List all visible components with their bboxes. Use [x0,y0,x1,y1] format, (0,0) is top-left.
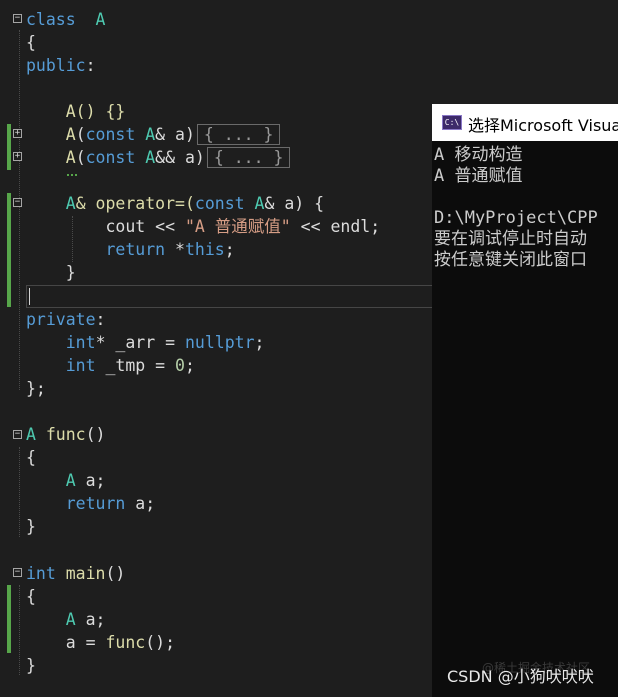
code-line: A(const A&& a){ ... } [26,146,291,169]
code-line: return *this; [105,240,235,259]
change-bar [7,585,11,653]
collapse-toggle-icon[interactable]: − [13,568,22,577]
code-line: A a; [65,471,106,490]
console-output-line: A 普通赋值 [434,166,523,186]
code-line: A a; [65,610,106,629]
code-line: } [26,656,36,675]
code-line: cout << "A 普通赋值" << endl; [105,217,381,236]
code-line: A(const A& a){ ... } [26,123,281,146]
collapse-toggle-icon[interactable]: − [13,14,22,23]
suggestion-squiggle [67,171,77,176]
change-bar [7,124,11,170]
code-line: class A [26,10,106,29]
collapsed-block[interactable]: { ... } [206,147,291,168]
code-line: a = func(); [65,633,176,652]
code-line: } [26,517,36,536]
expand-toggle-icon[interactable]: + [13,152,22,161]
console-output-line: 要在调试停止时自动 [434,229,587,249]
current-line-highlight [26,285,446,308]
code-line: { [26,33,36,52]
code-line: A() {} [65,102,126,121]
console-app-icon: C:\ [442,115,462,130]
indent-guide [19,447,20,537]
change-bar [7,193,11,307]
console-titlebar[interactable]: C:\ 选择Microsoft Visual Studio 调试控制台 [432,104,618,141]
indent-guide [19,585,20,675]
console-output-line: D:\MyProject\CPP [434,208,598,228]
code-line: int main() [26,564,126,583]
console-output-line: 按任意键关闭此窗口 [434,250,587,270]
collapse-toggle-icon[interactable]: − [13,198,22,207]
console-output-line: A 移动构造 [434,145,523,165]
code-line: private: [26,310,106,329]
code-line: { [26,587,36,606]
code-line: { [26,448,36,467]
text-caret [29,288,30,305]
collapsed-block[interactable]: { ... } [196,124,281,145]
code-line: int _tmp = 0; [65,356,195,375]
code-line: A func() [26,425,106,444]
code-line: public: [26,56,96,75]
collapse-toggle-icon[interactable]: − [13,430,22,439]
code-line: } [65,263,76,282]
indent-guide [19,30,20,390]
csdn-watermark: CSDN @小狗吠吠吠 [447,667,594,686]
code-line: A& operator=(const A& a) { [65,194,325,213]
code-line: }; [26,379,46,398]
code-line: int* _arr = nullptr; [65,333,265,352]
code-line: return a; [65,494,156,513]
console-title: 选择Microsoft Visual Studio 调试控制台 [468,116,618,135]
expand-toggle-icon[interactable]: + [13,129,22,138]
debug-console-window[interactable]: C:\ 选择Microsoft Visual Studio 调试控制台 A 移动… [432,104,618,697]
